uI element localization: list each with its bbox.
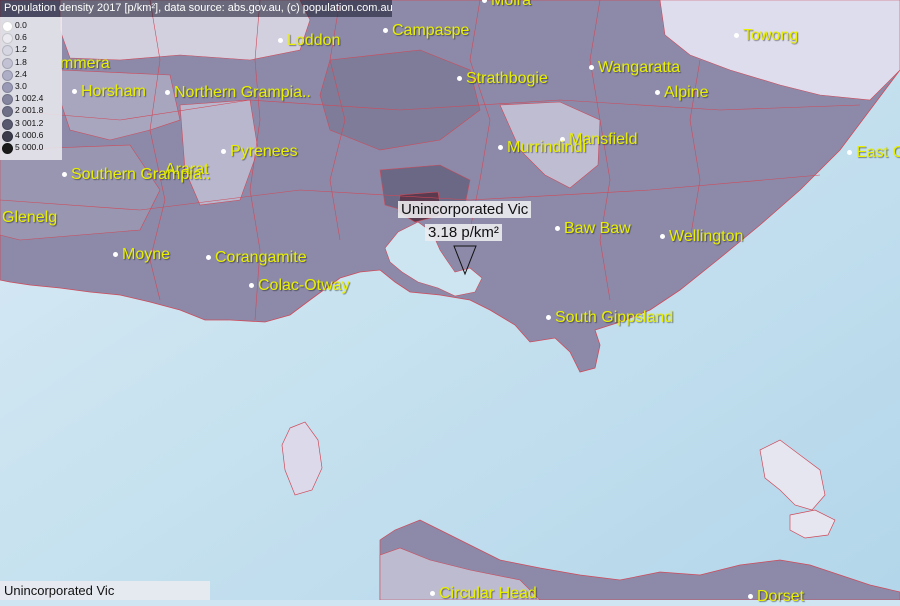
legend-item: 3.0	[0, 80, 62, 93]
legend-label: 2 001.8	[15, 105, 44, 116]
place-name: Pyrenees	[230, 143, 298, 160]
legend-label: 0.0	[15, 20, 27, 30]
place-name: Towong	[743, 27, 799, 44]
place-name: Dorset	[757, 588, 805, 605]
legend-item: 5 000.0	[0, 141, 62, 154]
place-label[interactable]: Murrindindi	[498, 139, 586, 157]
place-label[interactable]: East G	[847, 144, 900, 162]
place-marker-icon	[206, 255, 211, 261]
place-label[interactable]: Moira	[482, 0, 531, 10]
place-marker-icon	[655, 90, 660, 96]
footer-bar: Unincorporated Vic	[0, 581, 210, 600]
place-name: Loddon	[287, 32, 341, 49]
header-bar: Population density 2017 [p/km²], data so…	[0, 0, 393, 17]
place-marker-icon	[589, 65, 594, 71]
place-name: Baw Baw	[564, 220, 631, 237]
legend-item: 1.8	[0, 56, 62, 69]
place-marker-icon	[278, 38, 283, 44]
place-marker-icon	[482, 0, 487, 4]
legend: 0.0 0.6 1.2 1.8 2.4 3.0 1 002.4 2 001.8 3 001.2 4…	[0, 17, 62, 160]
place-label[interactable]: Circular Head	[430, 585, 537, 603]
legend-swatch-icon	[2, 143, 13, 154]
place-name: Wellington	[669, 228, 744, 245]
place-label[interactable]: Wangaratta	[589, 59, 680, 77]
place-marker-icon	[748, 594, 753, 600]
legend-label: 0.6	[15, 32, 27, 43]
place-name: Corangamite	[215, 249, 307, 266]
place-label[interactable]: Corangamite	[206, 249, 307, 267]
place-label[interactable]: mmera	[60, 55, 110, 73]
place-marker-icon	[62, 172, 67, 178]
legend-label: 1.2	[15, 44, 27, 55]
place-label[interactable]: Towong	[734, 27, 798, 45]
place-label[interactable]: Strathbogie	[457, 70, 548, 88]
legend-item: 1.2	[0, 43, 62, 57]
place-label[interactable]: Glenelg	[2, 209, 57, 227]
legend-item: 1 002.4	[0, 92, 62, 106]
place-marker-icon	[555, 226, 560, 232]
callout-pointer-icon	[453, 245, 477, 276]
callout-density-value: 3.18 p/km²	[425, 224, 502, 241]
hovered-region-label: Unincorporated Vic	[4, 583, 115, 598]
place-marker-icon	[113, 252, 118, 258]
place-marker-icon	[457, 76, 462, 82]
place-name: Moyne	[122, 246, 171, 263]
place-label[interactable]: Southern Grampia..	[62, 166, 211, 184]
place-name: Wangaratta	[598, 59, 681, 76]
place-label[interactable]: Wellington	[660, 228, 743, 246]
legend-label: 4 000.6	[15, 129, 44, 140]
place-label[interactable]: Baw Baw	[555, 220, 631, 238]
place-name: mmera	[60, 55, 110, 72]
place-name: South Gippsland	[555, 309, 674, 326]
place-marker-icon	[660, 234, 665, 240]
callout-region-name: Unincorporated Vic	[398, 201, 532, 218]
place-name: Alpine	[664, 84, 709, 101]
legend-item: 0.0	[0, 19, 62, 32]
place-label[interactable]: Horsham	[72, 83, 146, 101]
place-label[interactable]: Campaspe	[383, 22, 469, 40]
legend-label: 3.0	[15, 81, 27, 91]
place-name: Circular Head	[439, 585, 537, 602]
legend-item: 2.4	[0, 68, 62, 81]
place-marker-icon	[498, 145, 503, 151]
place-label[interactable]: Alpine	[655, 84, 708, 102]
place-marker-icon	[249, 283, 254, 289]
legend-label: 1 002.4	[15, 93, 44, 104]
place-marker-icon	[221, 149, 226, 155]
legend-label: 1.8	[15, 56, 27, 67]
place-name: Murrindindi	[507, 139, 587, 156]
place-marker-icon	[430, 591, 435, 597]
legend-item: 3 001.2	[0, 117, 62, 130]
place-marker-icon	[383, 28, 388, 34]
place-label[interactable]: South Gippsland	[546, 309, 673, 327]
legend-label: 5 000.0	[15, 142, 44, 152]
place-label[interactable]: Moyne	[113, 246, 170, 264]
place-name: Glenelg	[2, 209, 58, 226]
legend-item: 4 000.6	[0, 129, 62, 142]
legend-label: 2.4	[15, 68, 27, 79]
place-name: Moira	[491, 0, 532, 9]
place-name: East G	[856, 144, 900, 161]
place-label[interactable]: Loddon	[278, 32, 340, 50]
place-name: Northern Grampia..	[174, 84, 311, 101]
place-marker-icon	[165, 90, 170, 96]
place-marker-icon	[734, 33, 739, 39]
place-name: Campaspe	[392, 22, 470, 39]
map-title: Population density 2017 [p/km²], data so…	[4, 2, 393, 14]
place-marker-icon	[847, 150, 852, 156]
place-name: Colac-Otway	[258, 277, 350, 294]
place-name: Horsham	[81, 83, 146, 100]
place-label[interactable]: Pyrenees	[221, 143, 298, 161]
legend-label: 3 001.2	[15, 117, 44, 128]
legend-item: 2 001.8	[0, 104, 62, 118]
place-label[interactable]: Northern Grampia..	[165, 84, 311, 102]
place-marker-icon	[72, 89, 77, 95]
place-name: Southern Grampia..	[71, 166, 211, 183]
place-label[interactable]: Colac-Otway	[249, 277, 350, 295]
legend-item: 0.6	[0, 31, 62, 45]
place-label[interactable]: Dorset	[748, 588, 804, 606]
place-name: Strathbogie	[466, 70, 548, 87]
place-marker-icon	[546, 315, 551, 321]
